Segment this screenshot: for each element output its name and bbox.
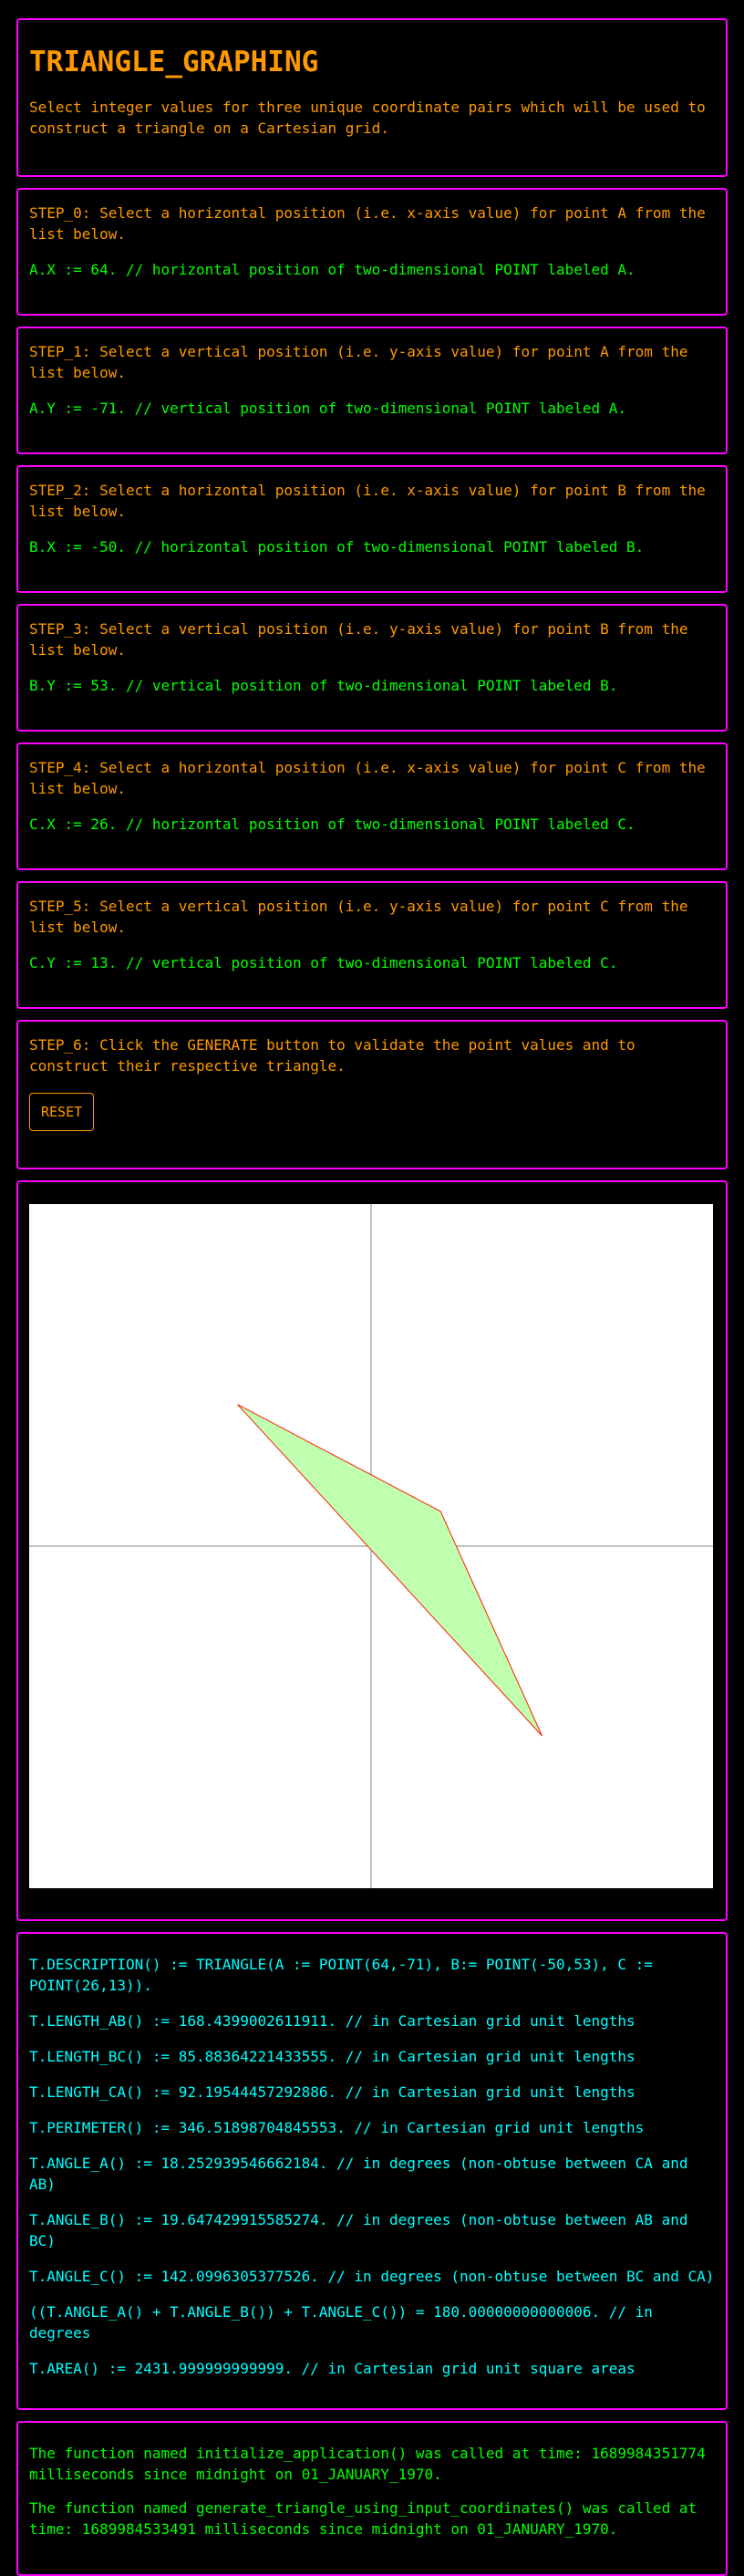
step-5-instruction: STEP_5: Select a vertical position (i.e.… (29, 898, 688, 936)
log-panel: The function named initialize_applicatio… (16, 2421, 728, 2576)
step-3-instruction: STEP_3: Select a vertical position (i.e.… (29, 620, 688, 659)
log-entry-generate: The function named generate_triangle_usi… (29, 2499, 698, 2538)
result-description: T.DESCRIPTION() := TRIANGLE(A := POINT(6… (29, 1956, 653, 1994)
page-title: TRIANGLE_GRAPHING (29, 46, 319, 78)
result-angle-a: T.ANGLE_A() := 18.252939546662184. // in… (29, 2155, 688, 2193)
step-5-value: C.Y := 13. // vertical position of two-d… (29, 954, 618, 971)
log-entry-initialize: The function named initialize_applicatio… (29, 2445, 706, 2483)
step-2-panel: STEP_2: Select a horizontal position (i.… (16, 465, 728, 593)
step-4-panel: STEP_4: Select a horizontal position (i.… (16, 743, 728, 870)
step-6-instruction: STEP_6: Click the GENERATE button to val… (29, 1036, 636, 1075)
result-length-bc: T.LENGTH_BC() := 85.88364221433555. // i… (29, 2048, 636, 2065)
result-length-ca: T.LENGTH_CA() := 92.19544457292886. // i… (29, 2083, 636, 2101)
page-description: Select integer values for three unique c… (29, 99, 706, 137)
result-angle-b: T.ANGLE_B() := 19.647429915585274. // in… (29, 2211, 688, 2249)
step-3-value: B.Y := 53. // vertical position of two-d… (29, 677, 618, 694)
step-0-value: A.X := 64. // horizontal position of two… (29, 261, 636, 278)
step-2-value: B.X := -50. // horizontal position of tw… (29, 538, 645, 556)
step-0-panel: STEP_0: Select a horizontal position (i.… (16, 188, 728, 316)
step-1-value: A.Y := -71. // vertical position of two-… (29, 400, 627, 417)
step-3-panel: STEP_3: Select a vertical position (i.e.… (16, 604, 728, 732)
cartesian-grid-canvas (29, 1204, 713, 1888)
result-length-ab: T.LENGTH_AB() := 168.4399002611911. // i… (29, 2012, 636, 2030)
result-area: T.AREA() := 2431.999999999999. // in Car… (29, 2360, 636, 2377)
result-angle-sum: ((T.ANGLE_A() + T.ANGLE_B()) + T.ANGLE_C… (29, 2303, 653, 2342)
results-panel: T.DESCRIPTION() := TRIANGLE(A := POINT(6… (16, 1932, 728, 2410)
step-1-instruction: STEP_1: Select a vertical position (i.e.… (29, 343, 688, 381)
step-1-panel: STEP_1: Select a vertical position (i.e.… (16, 327, 728, 454)
step-6-panel: STEP_6: Click the GENERATE button to val… (16, 1020, 728, 1169)
graph-panel (16, 1180, 728, 1921)
title-panel: TRIANGLE_GRAPHING Select integer values … (16, 18, 728, 177)
step-4-value: C.X := 26. // horizontal position of two… (29, 815, 636, 833)
step-2-instruction: STEP_2: Select a horizontal position (i.… (29, 482, 706, 520)
step-0-instruction: STEP_0: Select a horizontal position (i.… (29, 204, 706, 243)
step-5-panel: STEP_5: Select a vertical position (i.e.… (16, 881, 728, 1009)
reset-button[interactable]: RESET (29, 1093, 95, 1131)
result-angle-c: T.ANGLE_C() := 142.0996305377526. // in … (29, 2268, 715, 2285)
step-4-instruction: STEP_4: Select a horizontal position (i.… (29, 759, 706, 797)
result-perimeter: T.PERIMETER() := 346.51898704845553. // … (29, 2119, 645, 2136)
